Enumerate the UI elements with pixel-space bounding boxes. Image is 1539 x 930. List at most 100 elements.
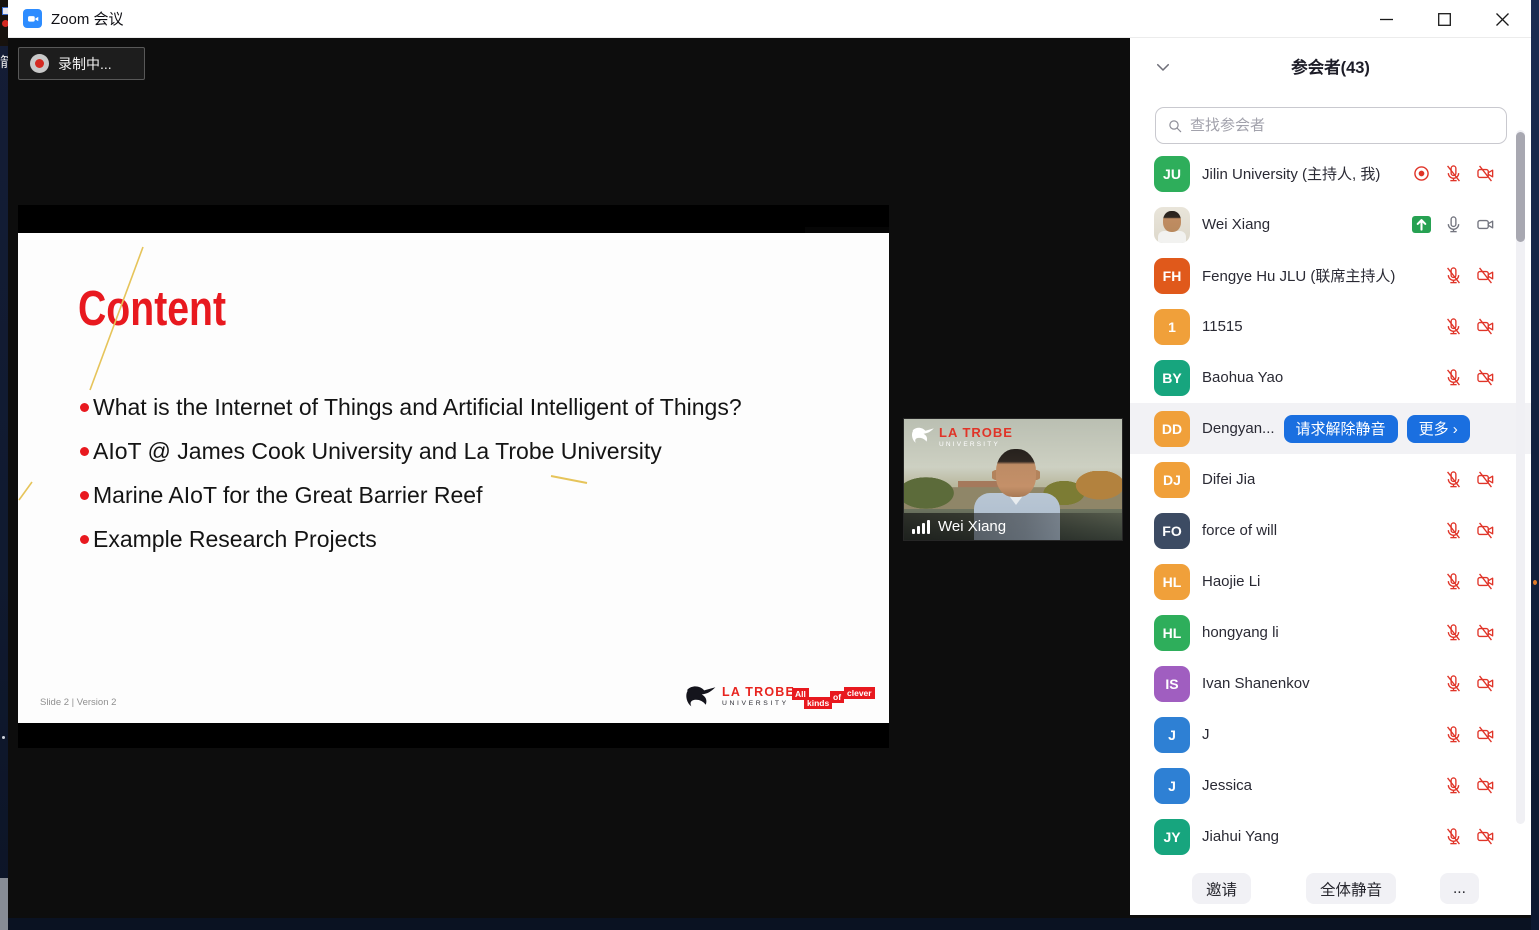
video-muted-icon[interactable]: [1476, 674, 1495, 693]
video-muted-icon[interactable]: [1476, 164, 1495, 183]
participant-name: Fengye Hu JLU (联席主持人): [1202, 265, 1395, 286]
panel-title: 参会者(43): [1130, 50, 1531, 86]
participant-row[interactable]: HL Haojie Li: [1130, 556, 1531, 607]
participant-name: Jessica: [1202, 777, 1252, 794]
mic-muted-icon[interactable]: [1444, 725, 1463, 744]
participant-row[interactable]: HLhongyang li: [1130, 607, 1531, 658]
mic-muted-icon[interactable]: [1444, 623, 1463, 642]
chevron-down-icon[interactable]: [1154, 58, 1172, 76]
participant-row[interactable]: FH Fengye Hu JLU (联席主持人): [1130, 250, 1531, 301]
mic-muted-icon[interactable]: [1444, 164, 1463, 183]
participant-name: 11515: [1202, 318, 1243, 335]
mic-icon[interactable]: [1444, 215, 1463, 234]
video-muted-icon[interactable]: [1476, 623, 1495, 642]
screen: 箭 Zoom 会议: [0, 0, 1539, 930]
bullet-dot-icon: [80, 535, 89, 544]
close-button[interactable]: [1473, 0, 1531, 38]
participant-name: Haojie Li: [1202, 573, 1260, 590]
search-input[interactable]: [1190, 117, 1506, 134]
avatar: [1154, 207, 1190, 243]
desktop-edge-right: [1531, 0, 1539, 930]
latrobe-tagline: Allkindsofclever: [792, 686, 887, 716]
participant-row[interactable]: FOforce of will: [1130, 505, 1531, 556]
participant-row[interactable]: 1 11515: [1130, 301, 1531, 352]
minimize-button[interactable]: [1357, 0, 1415, 38]
background-window-edge: [0, 878, 8, 930]
maximize-button[interactable]: [1415, 0, 1473, 38]
more-button[interactable]: 更多 ›: [1407, 415, 1470, 443]
mic-muted-icon[interactable]: [1444, 470, 1463, 489]
panel-header: 参会者(43): [1130, 50, 1531, 86]
video-muted-icon[interactable]: [1476, 470, 1495, 489]
participant-name: J: [1202, 726, 1210, 743]
window-controls: [1357, 0, 1531, 38]
mic-muted-icon[interactable]: [1444, 266, 1463, 285]
participant-name: Baohua Yao: [1202, 369, 1283, 386]
avatar: FO: [1154, 513, 1190, 549]
participant-row[interactable]: JYJiahui Yang: [1130, 811, 1531, 862]
participant-row[interactable]: JJ: [1130, 709, 1531, 760]
tagline-block: of: [830, 691, 844, 703]
recording-indicator[interactable]: 录制中...: [18, 47, 145, 80]
mic-muted-icon[interactable]: [1444, 674, 1463, 693]
panel-footer: 邀请 全体静音...: [1130, 873, 1531, 904]
video-muted-icon[interactable]: [1476, 572, 1495, 591]
video-thumbnail[interactable]: LA TROBE UNIVERSITY Wei Xiang: [903, 418, 1123, 541]
eagle-icon: [911, 425, 935, 445]
mute-all-button[interactable]: 全体静音: [1306, 873, 1396, 904]
presenter-face: [996, 449, 1036, 497]
slide-bullet-list: What is the Internet of Things and Artif…: [80, 385, 742, 561]
scrollbar-thumb[interactable]: [1516, 132, 1525, 242]
participant-row[interactable]: IS Ivan Shanenkov: [1130, 658, 1531, 709]
avatar: 1: [1154, 309, 1190, 345]
video-muted-icon[interactable]: [1476, 725, 1495, 744]
participant-name: Wei Xiang: [1202, 216, 1270, 233]
slide-bullet: What is the Internet of Things and Artif…: [80, 385, 742, 429]
video-muted-icon[interactable]: [1476, 368, 1495, 387]
participant-row[interactable]: DJDifei Jia: [1130, 454, 1531, 505]
mic-muted-icon[interactable]: [1444, 521, 1463, 540]
video-muted-icon[interactable]: [1476, 266, 1495, 285]
avatar: J: [1154, 717, 1190, 753]
record-dot-icon: [30, 54, 49, 73]
slide-bullet: AIoT @ James Cook University and La Trob…: [80, 429, 742, 473]
participant-list: JUJilin University (主持人, 我) Wei Xiang FH Fe…: [1130, 148, 1531, 862]
participant-row[interactable]: JUJilin University (主持人, 我): [1130, 148, 1531, 199]
participant-name: Difei Jia: [1202, 471, 1255, 488]
bullet-dot-icon: [80, 447, 89, 456]
mic-muted-icon[interactable]: [1444, 572, 1463, 591]
search-icon: [1167, 118, 1183, 134]
participant-name: Jiahui Yang: [1202, 828, 1279, 845]
avatar: JU: [1154, 156, 1190, 192]
avatar: HL: [1154, 564, 1190, 600]
mic-muted-icon[interactable]: [1444, 776, 1463, 795]
slide-title: Content: [78, 281, 226, 337]
participant-row[interactable]: Wei Xiang: [1130, 199, 1531, 250]
participant-row[interactable]: JJessica: [1130, 760, 1531, 811]
slide-footer: Slide 2 | Version 2: [40, 697, 116, 708]
tagline-block: clever: [844, 687, 875, 699]
avatar: FH: [1154, 258, 1190, 294]
screen-share-icon: [1412, 215, 1431, 234]
mic-muted-icon[interactable]: [1444, 368, 1463, 387]
video-muted-icon[interactable]: [1476, 776, 1495, 795]
video-muted-icon[interactable]: [1476, 827, 1495, 846]
video-icon[interactable]: [1476, 215, 1495, 234]
participant-row[interactable]: DDDengyan...请求解除静音更多 ›: [1130, 403, 1531, 454]
video-participant-name: Wei Xiang: [938, 518, 1006, 535]
avatar: IS: [1154, 666, 1190, 702]
mic-muted-icon[interactable]: [1444, 827, 1463, 846]
participant-name: Ivan Shanenkov: [1202, 675, 1310, 692]
ask-to-unmute-button[interactable]: 请求解除静音: [1284, 415, 1398, 443]
desktop-edge-bottom: [8, 918, 1531, 930]
mic-muted-icon[interactable]: [1444, 317, 1463, 336]
slide-bullet: Example Research Projects: [80, 517, 742, 561]
window-title: Zoom 会议: [51, 8, 124, 29]
more-options-button[interactable]: ...: [1440, 873, 1479, 904]
participant-row[interactable]: BYBaohua Yao: [1130, 352, 1531, 403]
video-muted-icon[interactable]: [1476, 521, 1495, 540]
video-muted-icon[interactable]: [1476, 317, 1495, 336]
background-app-glyph: 箭: [0, 52, 8, 72]
tagline-block: kinds: [804, 697, 832, 709]
invite-button[interactable]: 邀请: [1192, 873, 1251, 904]
